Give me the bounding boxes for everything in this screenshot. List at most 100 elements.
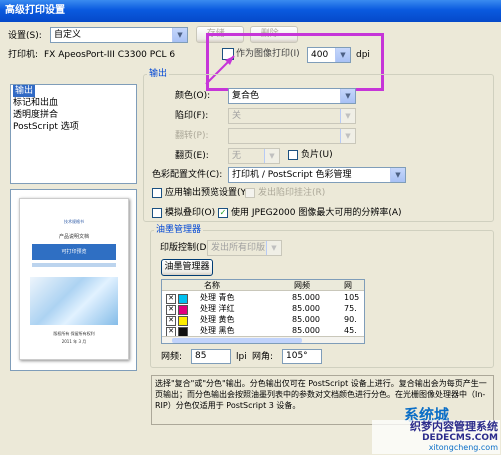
dpi-select[interactable]: 400 ▼ bbox=[307, 47, 351, 63]
color-profile-select[interactable]: 打印机 / PostScript 色彩管理 ▼ bbox=[228, 167, 406, 183]
ink-frequency: 85.000 bbox=[292, 304, 320, 313]
simulate-overprint-label: 模拟叠印(O) bbox=[165, 208, 216, 218]
swatch-icon bbox=[178, 316, 188, 326]
chevron-down-icon: ▼ bbox=[335, 48, 350, 62]
ink-name: 处理 黑色 bbox=[200, 326, 235, 335]
document-ink-value: 发出所有印版 bbox=[211, 243, 266, 253]
ink-row[interactable]: ✕ 处理 青色 85.000 105 bbox=[162, 293, 364, 304]
settings-label: 设置(S): bbox=[8, 31, 42, 41]
color-mode-value: 复合色 bbox=[232, 91, 260, 101]
watermark-overlay: 织梦内容管理系统 DEDECMS.COM xitongcheng.com bbox=[372, 420, 500, 454]
frequency-input[interactable]: 85 bbox=[191, 349, 231, 364]
ink-row[interactable]: ✕ 处理 黑色 85.000 45. bbox=[162, 326, 364, 337]
ink-list-header: 名称 网频 网 bbox=[162, 280, 364, 291]
angle-label: 网角: bbox=[252, 352, 274, 362]
ink-angle: 105 bbox=[344, 293, 360, 302]
tree-item-transparency-flattening[interactable]: 透明度拼合 bbox=[11, 109, 136, 121]
negative-label: 负片(U) bbox=[301, 150, 333, 160]
chevron-down-icon: ▼ bbox=[266, 241, 281, 255]
trap-annotation-label: 发出陷印挂注(R) bbox=[258, 188, 326, 198]
ink-frequency: 85.000 bbox=[292, 315, 320, 324]
tree-item-postscript-options[interactable]: PostScript 选项 bbox=[11, 121, 136, 133]
trap-label: 陷印(F): bbox=[175, 111, 209, 121]
preview-line: 技术规格书 bbox=[64, 219, 84, 224]
ink-manager-group-title: 油墨管理器 bbox=[154, 224, 204, 236]
swatch-icon bbox=[178, 305, 188, 315]
page-flip-select[interactable]: 无 ▼ bbox=[228, 148, 280, 164]
col-name: 名称 bbox=[204, 281, 220, 290]
preview-banner: 可打印预览 bbox=[32, 244, 116, 260]
ink-list-scrollbar[interactable] bbox=[162, 336, 364, 343]
chevron-down-icon: ▼ bbox=[340, 109, 355, 123]
ink-row[interactable]: ✕ 处理 黄色 85.000 90. bbox=[162, 315, 364, 326]
ink-frequency: 85.000 bbox=[292, 293, 320, 302]
chevron-down-icon: ▼ bbox=[172, 28, 187, 42]
ink-name: 处理 黄色 bbox=[200, 315, 235, 324]
preview-graphic bbox=[30, 277, 118, 325]
document-ink-label: 印版控制(D): bbox=[160, 243, 213, 253]
output-preview-label: 应用输出预览设置(Y) bbox=[165, 188, 250, 198]
ink-angle: 75. bbox=[344, 304, 357, 313]
watermark-url: DEDECMS.COM bbox=[422, 433, 498, 443]
frequency-unit: lpi bbox=[236, 352, 247, 362]
frequency-label: 网频: bbox=[161, 352, 183, 362]
ink-name: 处理 青色 bbox=[200, 293, 235, 302]
preview-page: 技术规格书 产品说明文档 可打印预览 版权所有 保留所有权利 2011 年 3 … bbox=[19, 198, 129, 360]
ink-angle: 90. bbox=[344, 315, 357, 324]
ink-row[interactable]: ✕ 处理 洋红 85.000 75. bbox=[162, 304, 364, 315]
jpeg2000-label: 使用 JPEG2000 图像最大可用的分辨率(A) bbox=[231, 208, 402, 218]
negative-checkbox[interactable] bbox=[288, 150, 298, 160]
trap-select[interactable]: 关 ▼ bbox=[228, 108, 356, 124]
print-toggle-icon[interactable]: ✕ bbox=[166, 305, 176, 315]
settings-select-value: 自定义 bbox=[54, 30, 82, 40]
print-toggle-icon[interactable]: ✕ bbox=[166, 294, 176, 304]
color-label: 颜色(O): bbox=[175, 91, 211, 101]
output-group-title: 输出 bbox=[147, 68, 170, 80]
color-profile-value: 打印机 / PostScript 色彩管理 bbox=[232, 170, 352, 180]
simulate-overprint-checkbox[interactable] bbox=[152, 208, 162, 218]
preview-line: 版权所有 保留所有权利 bbox=[53, 331, 95, 336]
trap-value: 关 bbox=[232, 111, 242, 121]
print-toggle-icon[interactable]: ✕ bbox=[166, 316, 176, 326]
printer-name: FX ApeosPort-III C3300 PCL 6 bbox=[44, 50, 176, 60]
ink-list: 名称 网频 网 ✕ 处理 青色 85.000 105 ✕ 处理 洋红 85.00… bbox=[161, 279, 365, 344]
page-flip-value: 无 bbox=[232, 151, 242, 161]
preview-line: 2011 年 3 月 bbox=[61, 339, 87, 344]
window-title: 高级打印设置 bbox=[5, 5, 65, 16]
document-ink-select[interactable]: 发出所有印版 ▼ bbox=[207, 240, 282, 256]
color-profile-label: 色彩配置文件(C): bbox=[152, 170, 223, 180]
ink-manager-button[interactable]: 油墨管理器 bbox=[161, 259, 213, 276]
angle-input[interactable]: 105° bbox=[282, 349, 322, 364]
jpeg2000-checkbox[interactable]: ✓ bbox=[218, 208, 228, 218]
watermark-site: 织梦内容管理系统 bbox=[410, 420, 498, 433]
scrollbar-thumb[interactable] bbox=[172, 338, 302, 343]
ink-name: 处理 洋红 bbox=[200, 304, 235, 313]
preview-rule bbox=[32, 263, 116, 267]
dpi-value: 400 bbox=[311, 50, 329, 60]
settings-tree: 输出 标记和出血 透明度拼合 PostScript 选项 bbox=[10, 84, 137, 184]
tree-item-output[interactable]: 输出 bbox=[11, 85, 136, 97]
page-preview: 技术规格书 产品说明文档 可打印预览 版权所有 保留所有权利 2011 年 3 … bbox=[10, 189, 137, 371]
dpi-unit: dpi bbox=[356, 50, 370, 60]
color-mode-select[interactable]: 复合色 ▼ bbox=[228, 88, 356, 104]
chevron-down-icon: ▼ bbox=[390, 168, 405, 182]
tree-item-marks-bleed[interactable]: 标记和出血 bbox=[11, 97, 136, 109]
swatch-icon bbox=[178, 294, 188, 304]
chevron-down-icon: ▼ bbox=[340, 89, 355, 103]
col-angle: 网 bbox=[344, 281, 352, 290]
chevron-down-icon: ▼ bbox=[340, 129, 355, 143]
printer-label: 打印机: bbox=[8, 50, 39, 60]
window-title-bar[interactable]: 高级打印设置 bbox=[0, 0, 501, 22]
col-frequency: 网频 bbox=[294, 281, 310, 290]
page-flip-label: 翻页(E): bbox=[175, 151, 209, 161]
rasterize-label: 作为图像打印(I) bbox=[236, 49, 300, 59]
chevron-down-icon: ▼ bbox=[264, 149, 279, 163]
flip-select[interactable]: ▼ bbox=[228, 128, 356, 144]
trap-annotation-checkbox[interactable] bbox=[245, 188, 255, 198]
preview-line: 产品说明文档 bbox=[58, 234, 89, 240]
flip-label: 翻转(P): bbox=[175, 131, 209, 141]
output-preview-checkbox[interactable] bbox=[152, 188, 162, 198]
check-icon: ✓ bbox=[219, 208, 227, 217]
ink-angle: 45. bbox=[344, 326, 357, 335]
settings-select[interactable]: 自定义 ▼ bbox=[50, 27, 188, 43]
